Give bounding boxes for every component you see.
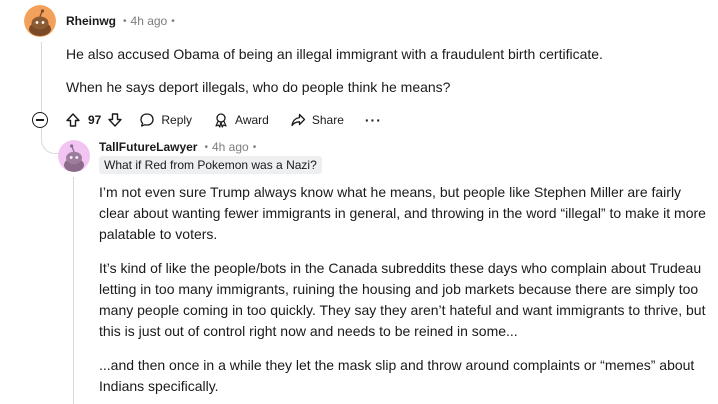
reply-header: TallFutureLawyer • 4h ago • xyxy=(99,140,256,154)
comment-paragraph: He also accused Obama of being an illega… xyxy=(66,46,603,62)
reply-paragraph: I’m not even sure Trump always know what… xyxy=(99,184,706,242)
timestamp[interactable]: 4h ago xyxy=(131,14,168,28)
share-arrow-icon xyxy=(290,112,306,128)
share-button[interactable]: Share xyxy=(290,112,344,128)
separator-dot: • xyxy=(171,15,175,27)
reply-body: I’m not even sure Trump always know what… xyxy=(99,182,711,404)
separator-dot: • xyxy=(123,15,127,27)
reply-paragraph: ...and then once in a while they let the… xyxy=(99,357,695,394)
more-options-button[interactable]: ··· xyxy=(365,112,382,128)
user-flair: What if Red from Pokemon was a Nazi? xyxy=(99,156,322,174)
downvote-icon[interactable] xyxy=(107,112,123,128)
comment-action-bar: 97 Reply Award Share ··· xyxy=(32,109,382,131)
reply-button[interactable]: Reply xyxy=(139,112,192,128)
username[interactable]: TallFutureLawyer xyxy=(99,140,197,154)
award-ribbon-icon xyxy=(213,112,229,128)
username[interactable]: Rheinwg xyxy=(66,14,116,28)
comment-header: Rheinwg • 4h ago • xyxy=(66,14,175,28)
separator-dot: • xyxy=(252,141,257,153)
thread-line-connector xyxy=(41,128,59,154)
award-button[interactable]: Award xyxy=(213,112,269,128)
vote-count: 97 xyxy=(88,113,102,127)
avatar[interactable] xyxy=(24,5,56,37)
comment-paragraph: When he says deport illegals, who do peo… xyxy=(66,79,451,95)
upvote-icon[interactable] xyxy=(65,112,81,128)
collapse-icon[interactable] xyxy=(32,112,48,128)
thread-line[interactable] xyxy=(41,42,42,112)
comment-body: He also accused Obama of being an illega… xyxy=(66,44,686,110)
reply-thread-line[interactable] xyxy=(73,177,74,404)
ellipsis-icon: ··· xyxy=(364,112,382,128)
separator-dot: • xyxy=(204,141,208,153)
speech-bubble-icon xyxy=(139,112,155,128)
award-label: Award xyxy=(235,113,269,127)
timestamp[interactable]: 4h ago xyxy=(212,140,249,154)
reply-label: Reply xyxy=(161,113,193,127)
reply-paragraph: It’s kind of like the people/bots in the… xyxy=(99,260,706,339)
share-label: Share xyxy=(311,113,344,127)
avatar[interactable] xyxy=(58,140,90,172)
